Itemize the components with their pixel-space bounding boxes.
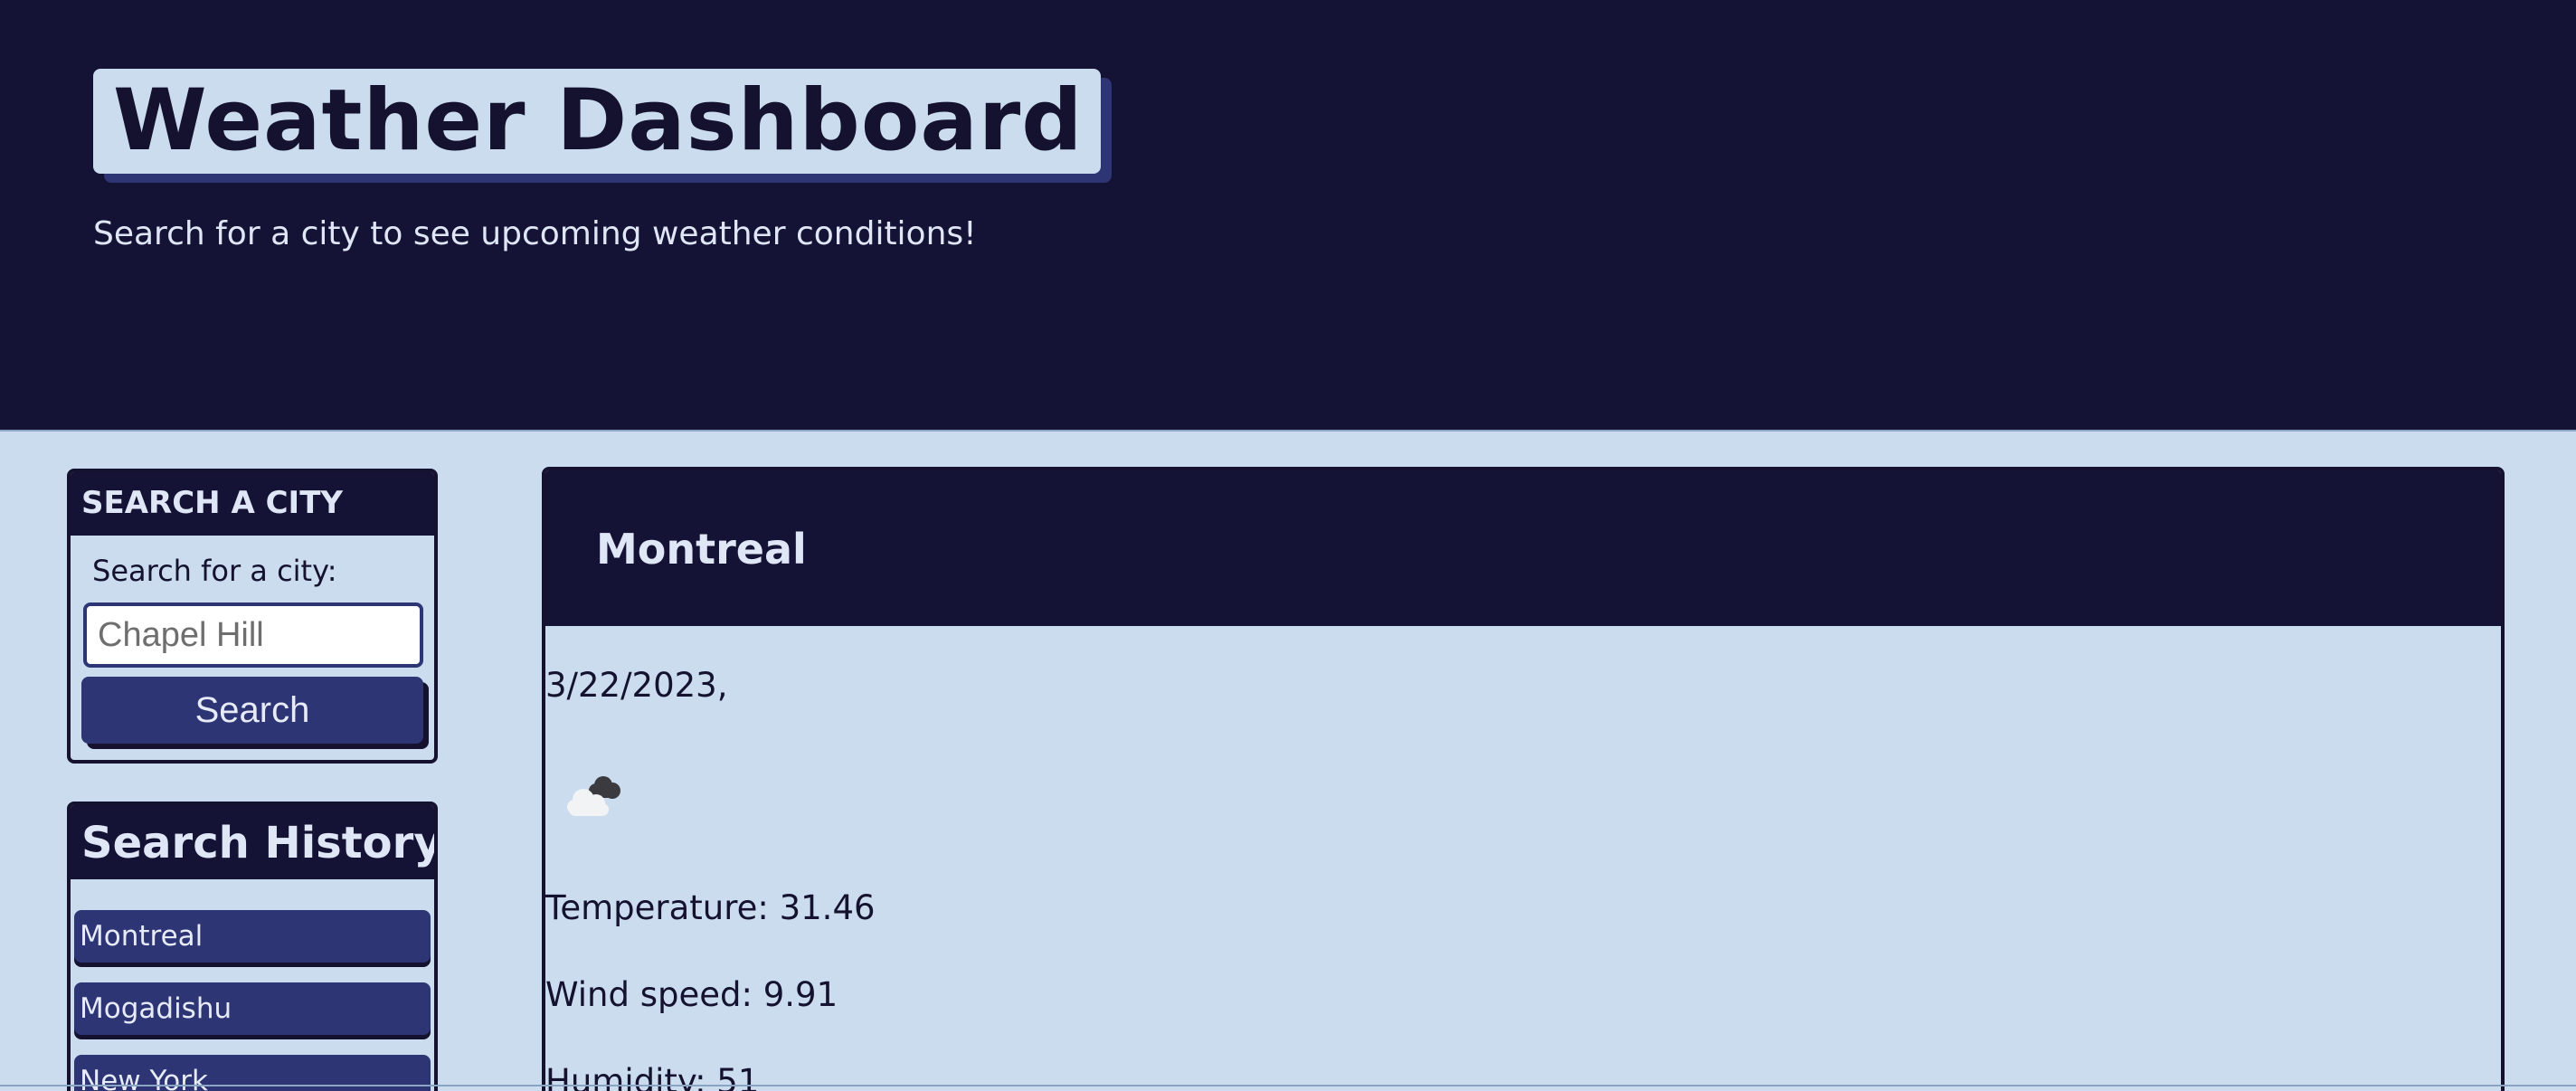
header-divider (0, 430, 2576, 432)
current-weather-card: Montreal 3/22/2023, Temperature: 31.46 W… (542, 467, 2505, 1091)
city-search-input[interactable] (83, 602, 423, 668)
wind-speed-text: Wind speed: 9.91 (545, 975, 838, 1014)
search-card-header: SEARCH A CITY (71, 472, 434, 536)
weather-card-header: Montreal (545, 470, 2501, 626)
history-item-mogadishu[interactable]: Mogadishu (74, 982, 431, 1035)
search-history-card: Search History Montreal Mogadishu New Yo… (67, 802, 438, 1091)
search-city-card: SEARCH A CITY Search for a city: Search (67, 469, 438, 764)
page-header: Weather Dashboard Search for a city to s… (0, 0, 2576, 432)
title-box: Weather Dashboard (93, 69, 1102, 174)
page-subtitle: Search for a city to see upcoming weathe… (93, 215, 977, 252)
city-name: Montreal (596, 525, 807, 574)
search-label: Search for a city: (92, 554, 337, 588)
cloudy-weather-icon (567, 776, 620, 816)
weather-date: 3/22/2023, (545, 666, 728, 705)
humidity-text: Humidity: 51 (545, 1062, 760, 1091)
temperature-text: Temperature: 31.46 (545, 888, 876, 927)
history-card-header: Search History (71, 805, 434, 879)
viewport-bottom-divider (0, 1085, 2576, 1086)
page-title: Weather Dashboard (113, 71, 1084, 170)
history-item-montreal[interactable]: Montreal (74, 910, 431, 963)
search-button[interactable]: Search (81, 677, 423, 744)
history-card-title: Search History (81, 818, 438, 868)
search-card-title: SEARCH A CITY (81, 485, 344, 521)
history-list: Montreal Mogadishu New York (74, 910, 431, 1091)
